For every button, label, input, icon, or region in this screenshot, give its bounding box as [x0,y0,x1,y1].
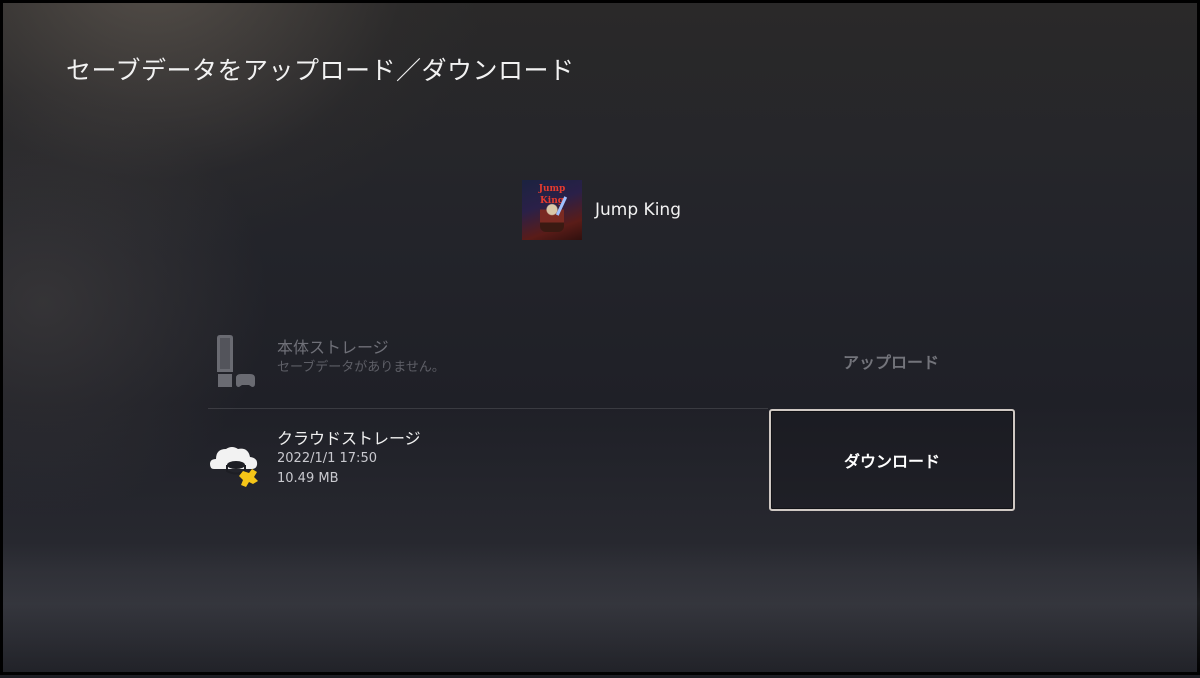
game-thumbnail: Jump King [522,180,582,240]
storage-name: 本体ストレージ [277,338,389,357]
storage-detail: セーブデータがありません。 [277,360,445,375]
upload-button[interactable]: アップロード [769,348,1013,372]
storage-info-console: 本体ストレージ セーブデータがありません。 [277,338,445,378]
game-thumbnail-logo: Jump King [538,184,566,206]
storage-row-cloud: クラウドストレージ 2022/1/1 17:50 10.49 MB ダウンロード [208,409,1018,511]
storage-info-cloud: クラウドストレージ 2022/1/1 17:50 10.49 MB [277,429,421,489]
game-title: Jump King [595,200,681,220]
download-button[interactable]: ダウンロード [769,409,1015,511]
save-size: 10.49 MB [277,471,339,486]
storage-name: クラウドストレージ [277,429,421,448]
game-header: Jump King Jump King [522,180,681,240]
screen: セーブデータをアップロード／ダウンロード Jump King Jump King… [0,0,1200,678]
save-date: 2022/1/1 17:50 [277,451,377,466]
ps5-console-icon [208,334,258,388]
background-glow [3,543,1200,678]
cloud-ps-plus-icon [208,435,258,489]
storage-row-console: 本体ストレージ セーブデータがありません。 アップロード [208,328,1018,408]
page-title: セーブデータをアップロード／ダウンロード [66,56,575,85]
